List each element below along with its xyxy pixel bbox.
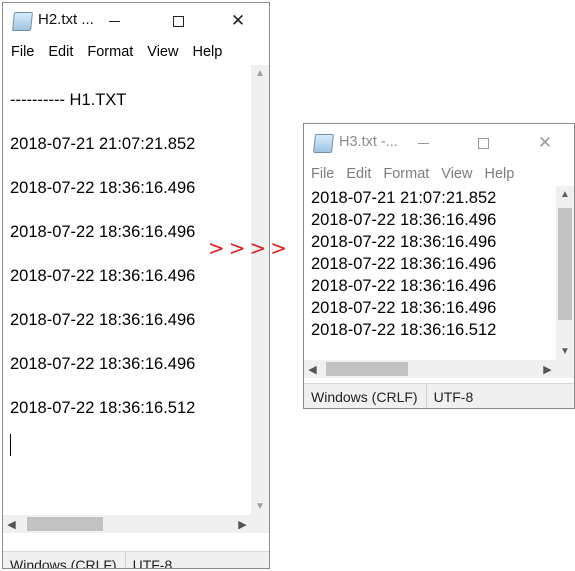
text-line: 2018-07-22 18:36:16.496 <box>311 255 497 273</box>
text-line: ---------- H1.TXT <box>10 91 127 109</box>
text-line: 2018-07-22 18:36:16.512 <box>311 321 497 339</box>
horizontal-scroll-thumb[interactable] <box>326 362 408 376</box>
horizontal-scrollbar[interactable]: ◀ ▶ <box>304 360 574 378</box>
close-icon: ✕ <box>230 11 246 30</box>
transfer-arrows: >>>> <box>208 236 292 260</box>
scroll-right-icon[interactable]: ▶ <box>539 360 556 378</box>
menu-format[interactable]: Format <box>87 44 133 60</box>
scroll-up-icon[interactable]: ▲ <box>556 186 574 203</box>
scroll-corner <box>556 360 574 378</box>
menu-edit[interactable]: Edit <box>48 44 73 60</box>
scroll-left-icon[interactable]: ◀ <box>3 515 20 533</box>
menu-format[interactable]: Format <box>383 166 429 182</box>
horizontal-scrollbar[interactable]: ◀ ▶ <box>3 515 269 533</box>
text-line: 2018-07-22 18:36:16.496 <box>311 277 497 295</box>
scroll-left-icon[interactable]: ◀ <box>304 360 321 378</box>
title-bar[interactable]: H2.txt ... ✕ <box>3 3 269 39</box>
text-editor[interactable]: ---------- H1.TXT 2018-07-21 21:07:21.85… <box>3 65 269 515</box>
text-line: 2018-07-21 21:07:21.852 <box>311 189 497 207</box>
close-button[interactable]: ✕ <box>522 124 568 162</box>
notepad-icon <box>313 134 334 153</box>
scroll-down-icon[interactable]: ▼ <box>251 498 269 515</box>
scroll-corner <box>251 515 269 533</box>
minimize-icon <box>108 20 120 22</box>
notepad-window-h2[interactable]: H2.txt ... ✕ File Edit Format View Help … <box>2 2 270 569</box>
maximize-icon <box>172 15 184 27</box>
horizontal-scroll-thumb[interactable] <box>27 517 103 531</box>
maximize-button[interactable] <box>155 3 201 39</box>
vertical-scrollbar[interactable]: ▲ ▼ <box>556 186 574 360</box>
text-line: 2018-07-22 18:36:16.496 <box>10 355 196 373</box>
text-line: 2018-07-21 21:07:21.852 <box>10 135 196 153</box>
text-line: 2018-07-22 18:36:16.496 <box>311 211 497 229</box>
minimize-button[interactable] <box>400 124 446 162</box>
menu-bar: File Edit Format View Help <box>3 39 269 65</box>
vertical-scroll-thumb[interactable] <box>558 208 572 320</box>
menu-view[interactable]: View <box>147 44 178 60</box>
close-icon: ✕ <box>537 133 553 152</box>
text-line: 2018-07-22 18:36:16.496 <box>311 233 497 251</box>
text-line: 2018-07-22 18:36:16.496 <box>10 179 196 197</box>
menu-bar: File Edit Format View Help <box>304 162 574 186</box>
title-bar[interactable]: H3.txt -... ✕ <box>304 124 574 162</box>
maximize-icon <box>477 137 489 149</box>
text-line: 2018-07-22 18:36:16.496 <box>10 311 196 329</box>
notepad-window-h3[interactable]: H3.txt -... ✕ File Edit Format View Help… <box>303 123 575 409</box>
window-title: H2.txt ... <box>38 11 94 28</box>
line-endings-status: Windows (CRLF) <box>3 552 126 568</box>
menu-file[interactable]: File <box>11 44 34 60</box>
text-line: 2018-07-22 18:36:16.496 <box>10 267 196 285</box>
text-editor[interactable]: 2018-07-21 21:07:21.852 2018-07-22 18:36… <box>304 186 574 360</box>
maximize-button[interactable] <box>460 124 506 162</box>
scroll-up-icon[interactable]: ▲ <box>251 65 269 82</box>
text-line: 2018-07-22 18:36:16.496 <box>311 299 497 317</box>
vertical-scrollbar[interactable]: ▲ ▼ <box>251 65 269 515</box>
status-bar: Windows (CRLF) UTF-8 <box>304 383 574 408</box>
menu-help[interactable]: Help <box>192 44 222 60</box>
text-caret <box>10 434 11 456</box>
window-title: H3.txt -... <box>339 134 398 150</box>
encoding-status: UTF-8 <box>132 557 173 569</box>
line-endings-status: Windows (CRLF) <box>304 384 427 408</box>
scroll-right-icon[interactable]: ▶ <box>234 515 251 533</box>
notepad-icon <box>12 12 33 31</box>
menu-view[interactable]: View <box>441 166 472 182</box>
scroll-down-icon[interactable]: ▼ <box>556 343 574 360</box>
text-line: 2018-07-22 18:36:16.512 <box>10 399 196 417</box>
minimize-button[interactable] <box>91 3 137 39</box>
status-bar: Windows (CRLF) UTF-8 <box>3 551 269 569</box>
encoding-status: UTF-8 <box>433 389 474 405</box>
minimize-icon <box>417 142 429 144</box>
menu-edit[interactable]: Edit <box>346 166 371 182</box>
text-area[interactable]: 2018-07-21 21:07:21.852 2018-07-22 18:36… <box>304 186 556 360</box>
menu-file[interactable]: File <box>311 166 334 182</box>
close-button[interactable]: ✕ <box>215 3 261 39</box>
text-area[interactable]: ---------- H1.TXT 2018-07-21 21:07:21.85… <box>3 65 251 515</box>
menu-help[interactable]: Help <box>484 166 514 182</box>
